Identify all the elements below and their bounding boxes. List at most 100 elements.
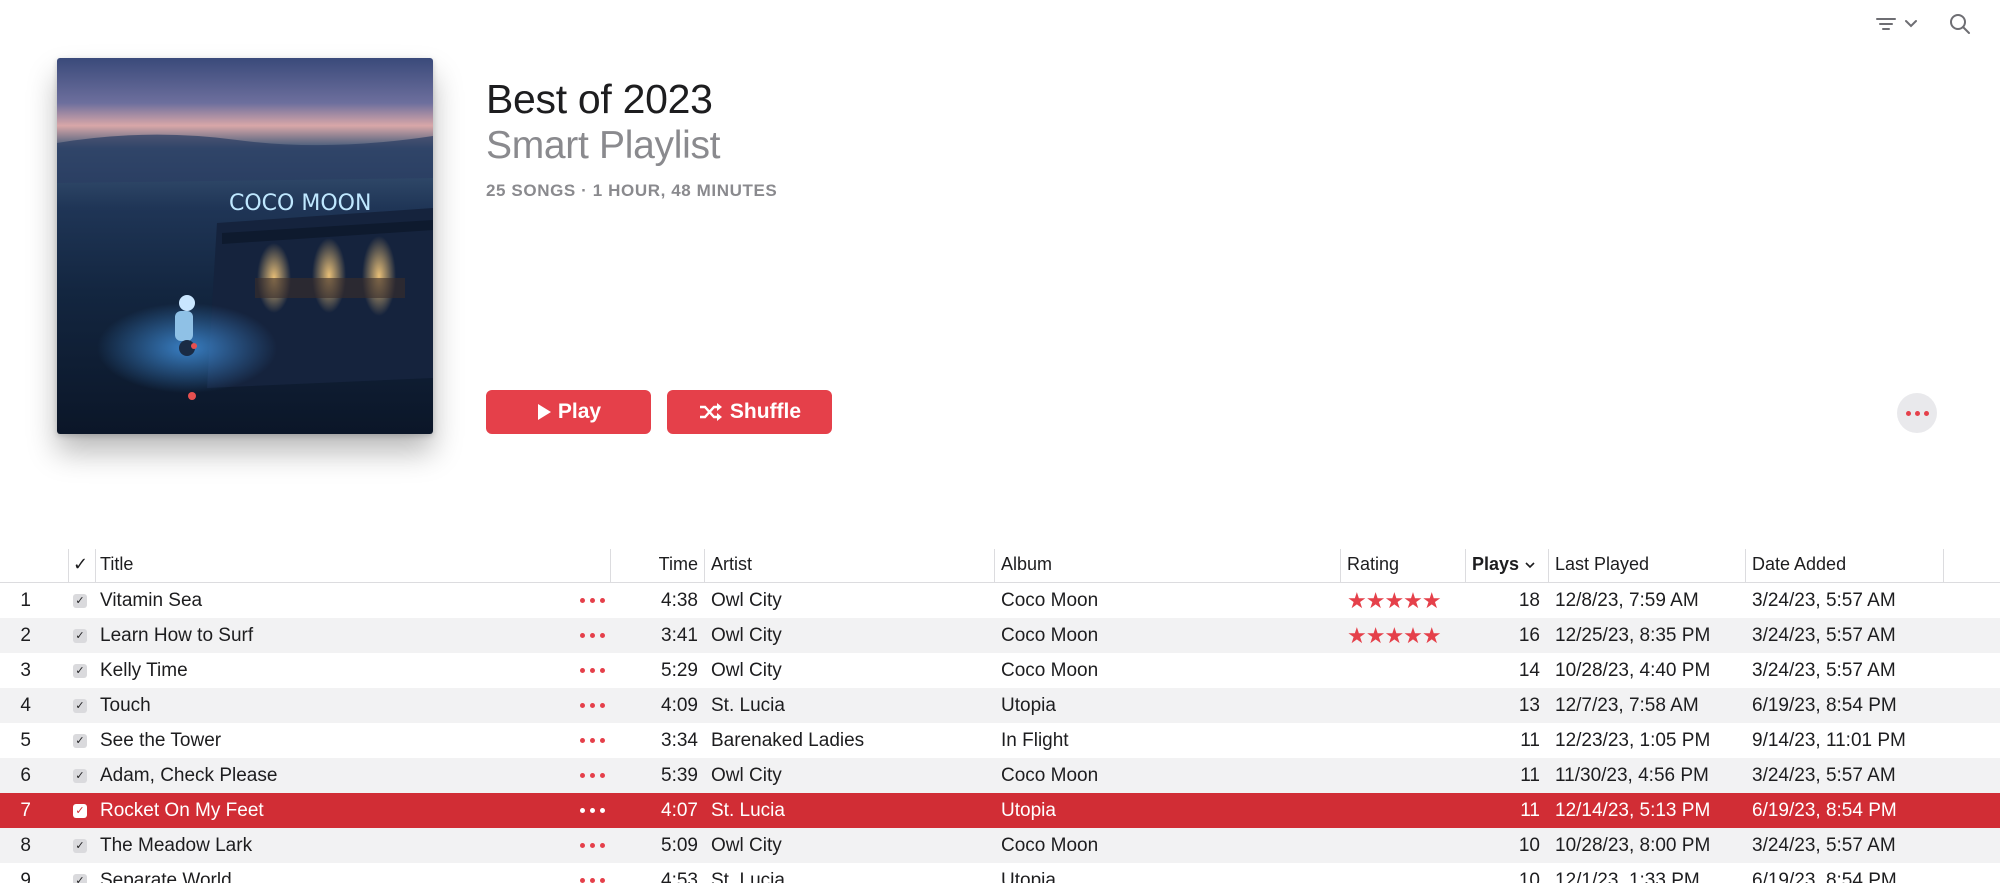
table-row[interactable]: 1 ✓ Vitamin Sea 4:38 Owl City Coco Moon …: [0, 583, 2000, 618]
lines-sort-icon: [1876, 18, 1896, 30]
song-date-added: 9/14/23, 11:01 PM: [1752, 730, 1906, 751]
sort-menu-button[interactable]: [1874, 15, 1918, 33]
shuffle-icon: [699, 403, 722, 421]
column-header-plays[interactable]: Plays: [1472, 549, 1536, 583]
track-number: 1: [20, 590, 31, 611]
song-album: Utopia: [1001, 800, 1056, 821]
track-number: 3: [20, 660, 31, 681]
song-rating[interactable]: ★★★★★: [1347, 583, 1442, 618]
song-last-played: 12/1/23, 1:33 PM: [1555, 870, 1700, 883]
sort-chevron-down-icon: [1525, 562, 1535, 569]
song-time: 4:09: [661, 695, 698, 716]
table-row[interactable]: 8 ✓ The Meadow Lark 5:09 Owl City Coco M…: [0, 828, 2000, 863]
song-title: Separate World: [100, 870, 232, 883]
column-separator: [704, 549, 705, 583]
song-plays: 11: [1520, 730, 1540, 751]
enabled-checkbox[interactable]: ✓: [73, 664, 87, 678]
song-time: 3:41: [661, 625, 698, 646]
row-more-button[interactable]: [580, 863, 605, 883]
enabled-checkbox[interactable]: ✓: [73, 699, 87, 713]
song-title: Touch: [100, 695, 151, 716]
song-last-played: 10/28/23, 8:00 PM: [1555, 835, 1711, 856]
playlist-meta: 25 SONGS · 1 HOUR, 48 MINUTES: [486, 181, 778, 200]
song-time: 4:53: [661, 870, 698, 883]
song-rating[interactable]: ★★★★★: [1347, 618, 1442, 653]
search-icon[interactable]: [1948, 12, 1972, 36]
song-time: 5:09: [661, 835, 698, 856]
column-separator: [1943, 549, 1944, 583]
song-title: Learn How to Surf: [100, 625, 254, 646]
ellipsis-icon: [1905, 410, 1911, 416]
song-artist: Barenaked Ladies: [711, 730, 865, 751]
column-header-check[interactable]: ✓: [73, 549, 88, 583]
column-header-time[interactable]: Time: [620, 549, 698, 583]
song-time: 3:34: [661, 730, 698, 751]
song-album: Coco Moon: [1001, 590, 1099, 611]
song-plays: 18: [1518, 590, 1540, 611]
song-title: Adam, Check Please: [100, 765, 278, 786]
song-plays: 10: [1518, 835, 1540, 856]
song-last-played: 12/7/23, 7:58 AM: [1555, 695, 1699, 716]
column-separator: [68, 549, 69, 583]
row-more-button[interactable]: [580, 618, 605, 653]
column-header-rating[interactable]: Rating: [1347, 549, 1399, 583]
song-album: Coco Moon: [1001, 765, 1099, 786]
song-last-played: 12/25/23, 8:35 PM: [1555, 625, 1711, 646]
row-more-button[interactable]: [580, 653, 605, 688]
shuffle-button[interactable]: Shuffle: [667, 390, 832, 434]
song-last-played: 12/23/23, 1:05 PM: [1555, 730, 1711, 751]
song-artist: Owl City: [711, 660, 782, 681]
enabled-checkbox[interactable]: ✓: [73, 629, 87, 643]
column-header-artist[interactable]: Artist: [711, 549, 752, 583]
song-date-added: 3/24/23, 5:57 AM: [1752, 660, 1896, 681]
enabled-checkbox[interactable]: ✓: [73, 804, 87, 818]
column-header-album[interactable]: Album: [1001, 549, 1052, 583]
column-separator: [1548, 549, 1549, 583]
play-button[interactable]: Play: [486, 390, 651, 434]
column-header-title[interactable]: Title: [100, 549, 133, 583]
track-number: 2: [20, 625, 31, 646]
table-row[interactable]: 2 ✓ Learn How to Surf 3:41 Owl City Coco…: [0, 618, 2000, 653]
song-plays: 16: [1518, 625, 1540, 646]
song-album: Utopia: [1001, 695, 1056, 716]
song-album: Coco Moon: [1001, 625, 1099, 646]
row-more-button[interactable]: [580, 688, 605, 723]
row-more-button[interactable]: [580, 723, 605, 758]
table-row[interactable]: 4 ✓ Touch 4:09 St. Lucia Utopia 13 12/7/…: [0, 688, 2000, 723]
enabled-checkbox[interactable]: ✓: [73, 769, 87, 783]
table-row-selected[interactable]: 7 ✓ Rocket On My Feet 4:07 St. Lucia Uto…: [0, 793, 2000, 828]
song-last-played: 12/14/23, 5:13 PM: [1555, 800, 1711, 821]
column-header-date-added[interactable]: Date Added: [1752, 549, 1846, 583]
enabled-checkbox[interactable]: ✓: [73, 874, 87, 883]
song-last-played: 10/28/23, 4:40 PM: [1555, 660, 1711, 681]
more-options-button[interactable]: [1897, 393, 1937, 433]
row-more-button[interactable]: [580, 828, 605, 863]
row-more-button[interactable]: [580, 758, 605, 793]
song-time: 5:29: [661, 660, 698, 681]
row-more-button[interactable]: [580, 793, 605, 828]
song-time: 5:39: [661, 765, 698, 786]
song-time: 4:07: [661, 800, 698, 821]
song-date-added: 6/19/23, 8:54 PM: [1752, 800, 1897, 821]
enabled-checkbox[interactable]: ✓: [73, 594, 87, 608]
row-more-button[interactable]: [580, 583, 605, 618]
track-number: 4: [20, 695, 31, 716]
enabled-checkbox[interactable]: ✓: [73, 734, 87, 748]
table-row[interactable]: 9 ✓ Separate World 4:53 St. Lucia Utopia…: [0, 863, 2000, 883]
song-date-added: 3/24/23, 5:57 AM: [1752, 765, 1896, 786]
table-row[interactable]: 5 ✓ See the Tower 3:34 Barenaked Ladies …: [0, 723, 2000, 758]
playlist-artwork: COCO MOON: [57, 58, 433, 434]
song-artist: St. Lucia: [711, 695, 785, 716]
play-button-label: Play: [557, 400, 602, 423]
song-title: See the Tower: [100, 730, 222, 751]
song-artist: Owl City: [711, 625, 782, 646]
song-table: ✓ Title Time Artist Album Rating Plays L…: [0, 549, 2000, 883]
table-row[interactable]: 3 ✓ Kelly Time 5:29 Owl City Coco Moon 1…: [0, 653, 2000, 688]
enabled-checkbox[interactable]: ✓: [73, 839, 87, 853]
table-row[interactable]: 6 ✓ Adam, Check Please 5:39 Owl City Coc…: [0, 758, 2000, 793]
track-number: 8: [20, 835, 31, 856]
song-artist: Owl City: [711, 765, 782, 786]
column-header-last-played[interactable]: Last Played: [1555, 549, 1649, 583]
song-artist: St. Lucia: [711, 800, 785, 821]
song-album: Coco Moon: [1001, 835, 1099, 856]
